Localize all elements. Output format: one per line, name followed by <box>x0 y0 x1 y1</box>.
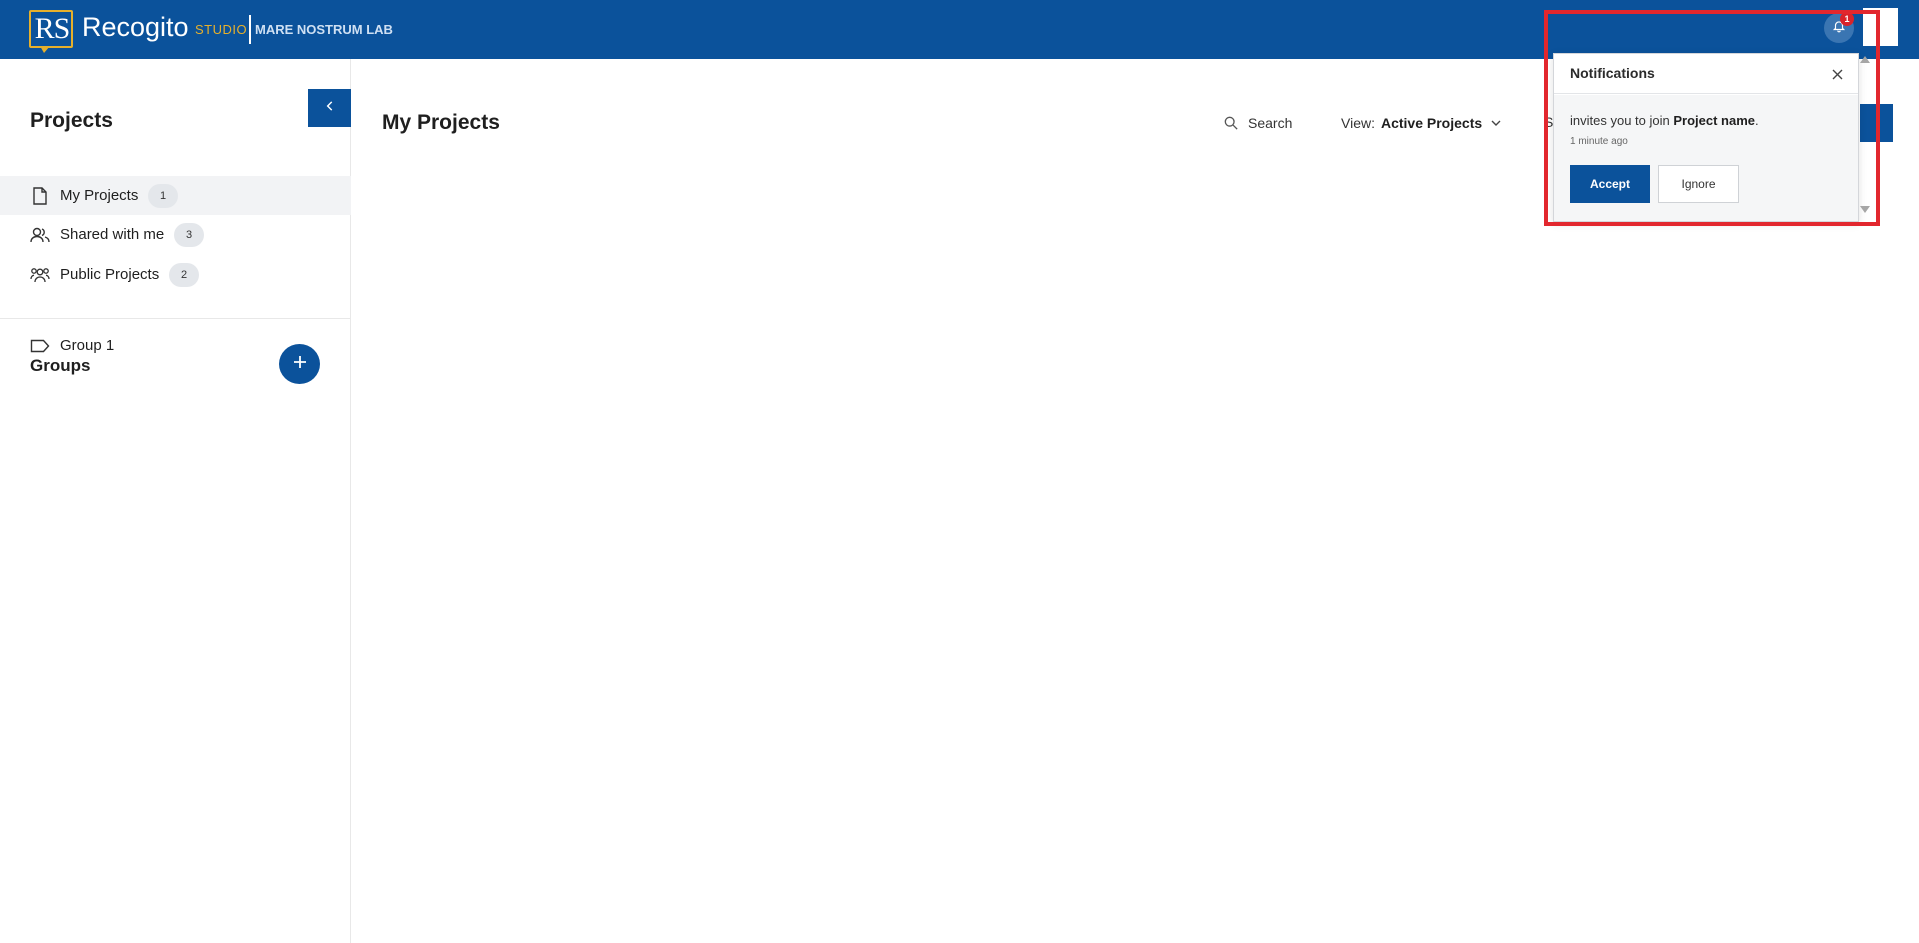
group-icon <box>30 265 50 285</box>
sidebar-item-group-1[interactable]: Group 1 <box>0 326 351 365</box>
top-navigation-bar: RS Recogito STUDIO MARE NOSTRUM LAB 1 <box>0 0 1919 59</box>
sidebar-title: Projects <box>30 109 113 132</box>
notification-message-prefix: invites you to join <box>1570 113 1674 128</box>
count-badge: 3 <box>174 222 204 247</box>
sidebar-item-shared-with-me[interactable]: Shared with me 3 <box>0 215 351 254</box>
notification-message: invites you to join Project name. <box>1570 113 1759 128</box>
projects-sidebar: Projects My Projects 1 Shared with me 3 … <box>0 59 351 943</box>
notification-message-suffix: . <box>1755 113 1759 128</box>
search-label: Search <box>1248 115 1293 131</box>
notifications-title: Notifications <box>1570 65 1655 81</box>
sidebar-item-label: Shared with me <box>60 226 165 243</box>
view-filter-prefix: View: <box>1341 115 1375 131</box>
notification-count-badge: 1 <box>1840 12 1854 26</box>
ignore-invite-button[interactable]: Ignore <box>1658 165 1739 203</box>
count-badge: 1 <box>148 183 178 208</box>
count-badge: 2 <box>169 262 199 287</box>
chevron-down-icon <box>1490 117 1502 129</box>
brand-suffix: STUDIO <box>195 22 248 37</box>
notification-timestamp: 1 minute ago <box>1570 136 1628 147</box>
sidebar-item-my-projects[interactable]: My Projects 1 <box>0 176 351 215</box>
page-title: My Projects <box>382 111 500 134</box>
logo-speech-tail <box>40 46 50 53</box>
view-filter-value: Active Projects <box>1380 115 1483 131</box>
logo-mark: RS <box>34 12 71 45</box>
sidebar-item-public-projects[interactable]: Public Projects 2 <box>0 255 351 294</box>
scroll-down-arrow-icon[interactable] <box>1860 206 1870 213</box>
sidebar-item-label: Group 1 <box>60 337 115 354</box>
sort-control-partial[interactable]: S <box>1544 114 1553 130</box>
brand-divider <box>249 15 251 44</box>
scroll-up-arrow-icon[interactable] <box>1860 56 1870 63</box>
collapse-sidebar-button[interactable] <box>308 89 351 127</box>
search-button[interactable]: Search <box>1224 112 1292 134</box>
view-filter-dropdown[interactable]: View: Active Projects <box>1341 112 1502 134</box>
sidebar-item-label: Public Projects <box>60 266 160 283</box>
document-icon <box>30 186 50 206</box>
accept-invite-button[interactable]: Accept <box>1570 165 1650 203</box>
sidebar-item-label: My Projects <box>60 187 139 204</box>
close-notifications-button[interactable] <box>1830 67 1844 81</box>
notification-project-name: Project name <box>1673 113 1755 128</box>
user-menu-button[interactable] <box>1863 8 1898 46</box>
notification-item: invites you to join Project name. 1 minu… <box>1554 95 1858 221</box>
organization-name: MARE NOSTRUM LAB <box>255 22 393 37</box>
chevron-left-icon <box>323 99 337 118</box>
users-icon <box>30 225 50 245</box>
notifications-header: Notifications <box>1554 54 1858 94</box>
brand-name: Recogito <box>82 12 189 42</box>
tag-icon <box>30 336 50 356</box>
close-icon <box>1832 69 1843 80</box>
sidebar-divider <box>0 318 351 319</box>
new-project-button-partial[interactable] <box>1860 104 1893 142</box>
notifications-popover: Notifications invites you to join Projec… <box>1553 53 1859 222</box>
search-icon <box>1224 116 1238 130</box>
